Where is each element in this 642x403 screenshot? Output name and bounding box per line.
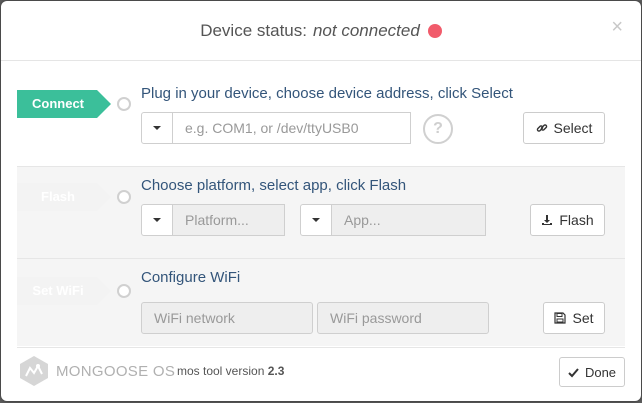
dialog-title: Device status: not connected — [1, 21, 641, 41]
step-connect: Connect Plug in your device, choose devi… — [17, 74, 625, 167]
step-tag-flash: Flash — [17, 183, 111, 211]
step-title-wifi: Configure WiFi — [141, 269, 241, 286]
app-select[interactable]: App... — [331, 204, 486, 236]
checkmark-icon — [568, 367, 579, 377]
chevron-down-icon — [153, 126, 161, 130]
set-wifi-button[interactable]: Set — [543, 302, 605, 334]
wifi-network-input[interactable]: WiFi network — [141, 302, 313, 334]
help-icon[interactable]: ? — [423, 114, 453, 144]
step-tag-wifi: Set WiFi — [17, 277, 111, 305]
flash-button[interactable]: Flash — [530, 204, 605, 236]
connection-status-text: not connected — [312, 21, 420, 40]
link-icon — [536, 124, 547, 132]
mongoose-os-logo: MONGOOSE OS — [17, 354, 175, 388]
select-button[interactable]: Select — [523, 112, 605, 144]
select-button-label: Select — [553, 120, 593, 136]
step-tag-connect: Connect — [17, 90, 111, 118]
done-button[interactable]: Done — [559, 357, 625, 387]
dialog-header: Device status: not connected × — [1, 1, 641, 61]
version-prefix: mos tool version — [177, 364, 265, 378]
mongoose-logo-icon — [20, 356, 48, 386]
platform-dropdown-button[interactable] — [141, 204, 173, 236]
close-icon[interactable]: × — [611, 17, 623, 37]
step-flash: Flash Choose platform, select app, click… — [17, 167, 625, 259]
step-title-flash: Choose platform, select app, click Flash — [141, 177, 407, 194]
status-indicator-dot — [427, 24, 442, 38]
step-node-flash — [117, 190, 131, 204]
platform-select[interactable]: Platform... — [172, 204, 285, 236]
logo-text: MONGOOSE OS — [56, 362, 176, 380]
download-icon — [542, 215, 553, 225]
step-title-connect: Plug in your device, choose device addre… — [141, 85, 513, 102]
title-prefix: Device status: — [200, 21, 307, 40]
step-wifi: Set WiFi Configure WiFi WiFi network WiF… — [17, 259, 625, 346]
dialog-footer: MONGOOSE OS mos tool version 2.3 Done — [17, 347, 625, 396]
done-button-label: Done — [584, 364, 617, 380]
step-node-connect — [117, 97, 131, 111]
device-address-input[interactable]: e.g. COM1, or /dev/ttyUSB0 — [172, 112, 411, 144]
chevron-down-icon — [312, 218, 320, 222]
address-dropdown-button[interactable] — [141, 112, 173, 144]
wifi-password-input[interactable]: WiFi password — [317, 302, 489, 334]
set-wifi-button-label: Set — [572, 310, 594, 326]
version-info: mos tool version 2.3 — [177, 364, 284, 378]
flash-button-label: Flash — [559, 212, 594, 228]
device-status-dialog: Device status: not connected × Connect P… — [1, 1, 641, 401]
chevron-down-icon — [153, 218, 161, 222]
app-dropdown-button[interactable] — [300, 204, 332, 236]
save-icon — [554, 312, 567, 324]
step-node-wifi — [117, 284, 131, 298]
version-number: 2.3 — [267, 364, 285, 378]
